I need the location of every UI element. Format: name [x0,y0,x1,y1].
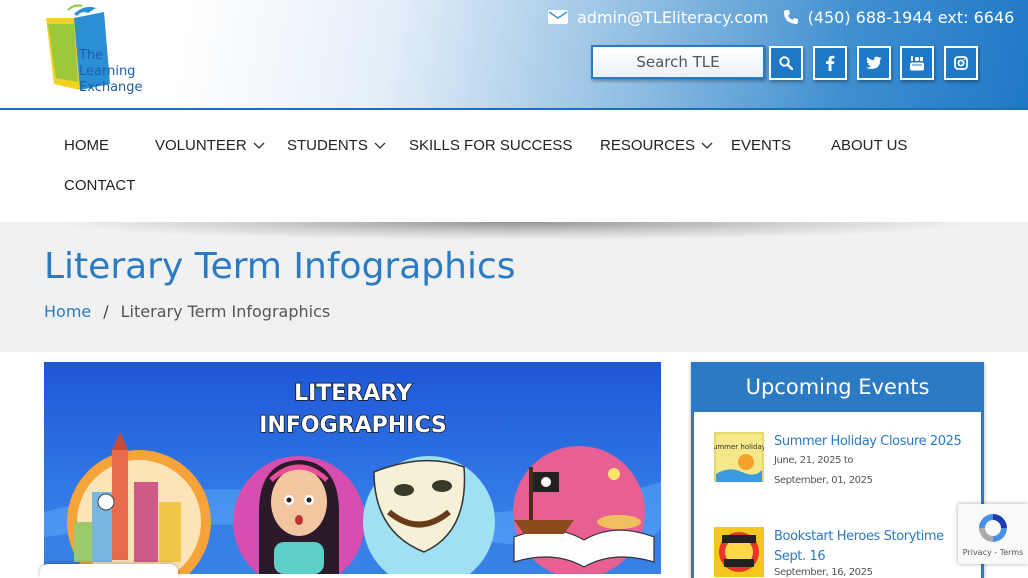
youtube-icon [910,56,924,71]
search-input[interactable]: Search TLE [591,45,765,79]
svg-text:LITERARY: LITERARY [294,381,413,406]
nav-item-students[interactable]: STUDENTS [287,137,386,154]
floating-tab[interactable] [40,564,178,578]
event-item[interactable]: Summer holidays Summer Holiday Closure 2… [714,432,974,512]
search-icon [779,56,793,70]
nav-label: VOLUNTEER [155,137,247,154]
facebook-button[interactable] [813,46,847,80]
youtube-button[interactable] [900,46,934,80]
hero-banner-image: LITERARY INFOGRAPHICS [44,362,661,574]
svg-text:INFOGRAPHICS: INFOGRAPHICS [259,413,446,438]
logo-line: Exchange [79,80,143,95]
nav-item-about-us[interactable]: ABOUT US [831,137,907,154]
nav-label: EVENTS [731,137,792,154]
page-title: Literary Term Infographics [44,246,516,287]
breadcrumb-home-link[interactable]: Home [44,302,91,321]
event-title-link[interactable]: Bookstart Heroes Storytime Sept. 16 [774,527,964,567]
nav-label: HOME [64,137,109,154]
phone-icon [783,10,798,24]
instagram-icon [954,56,968,70]
upcoming-events-widget: Upcoming Events Summer holidays Summer H… [691,362,984,578]
literary-infographics-illustration: LITERARY INFOGRAPHICS [44,362,661,574]
twitter-icon [866,56,882,69]
event-date: September, 16, 2025 [774,567,873,578]
event-item[interactable]: Bookstart Heroes Storytime Sept. 16 Sept… [714,527,974,578]
logo-line: Learning [79,64,136,79]
facebook-icon [826,55,835,71]
site-header: The Learning Exchange admin@TLEliteracy.… [0,0,1028,110]
nav-item-skills-for-success[interactable]: SKILLS FOR SUCCESS [409,137,572,154]
recaptcha-icon [979,514,1007,542]
breadcrumb-separator: / [103,302,109,321]
nav-label: STUDENTS [287,137,368,154]
breadcrumb-current: Literary Term Infographics [120,302,331,321]
envelope-icon [548,10,568,24]
twitter-button[interactable] [857,46,891,80]
phone-link[interactable]: (450) 688-1944 ext: 6646 [783,7,1015,27]
nav-item-events[interactable]: EVENTS [731,137,791,154]
recaptcha-badge[interactable]: Privacy - Terms [958,504,1028,564]
nav-item-contact[interactable]: CONTACT [64,177,135,194]
title-band [0,222,1028,352]
nav-label: RESOURCES [600,137,696,154]
recaptcha-links[interactable]: Privacy - Terms [963,548,1024,557]
divider-shadow [60,222,970,240]
email-link[interactable]: admin@TLEliteracy.com [548,8,769,27]
nav-item-home[interactable]: HOME [64,137,109,154]
breadcrumb: Home / Literary Term Infographics [44,302,330,321]
events-heading: Upcoming Events [745,375,930,399]
nav-item-volunteer[interactable]: VOLUNTEER [155,137,265,154]
event-date: September, 01, 2025 [774,475,873,486]
contact-row: admin@TLEliteracy.com (450) 688-1944 ext… [548,6,1028,28]
logo[interactable]: The Learning Exchange [44,4,154,98]
event-thumbnail-image [714,527,764,577]
instagram-button[interactable] [944,46,978,80]
event-date: June, 21, 2025 to [774,455,854,466]
chevron-down-icon [374,142,386,150]
events-list: Summer holidays Summer Holiday Closure 2… [694,412,981,578]
nav-item-resources[interactable]: RESOURCES [600,137,713,154]
search-button[interactable] [769,46,803,80]
email-text: admin@TLEliteracy.com [577,7,769,27]
logo-line: The [79,48,104,63]
chevron-down-icon [701,142,713,150]
event-title-link[interactable]: Summer Holiday Closure 2025 [774,432,964,452]
nav-label: SKILLS FOR SUCCESS [409,137,573,154]
svg-text:Summer holidays: Summer holidays [714,443,764,451]
nav-label: ABOUT US [831,137,908,154]
main-nav: HOME VOLUNTEER STUDENTS SKILLS FOR SUCCE… [0,110,1028,222]
chevron-down-icon [253,142,265,150]
event-thumbnail-image: Summer holidays [714,432,764,482]
phone-text: (450) 688-1944 ext: 6646 [807,7,1015,27]
nav-label: CONTACT [64,177,136,194]
